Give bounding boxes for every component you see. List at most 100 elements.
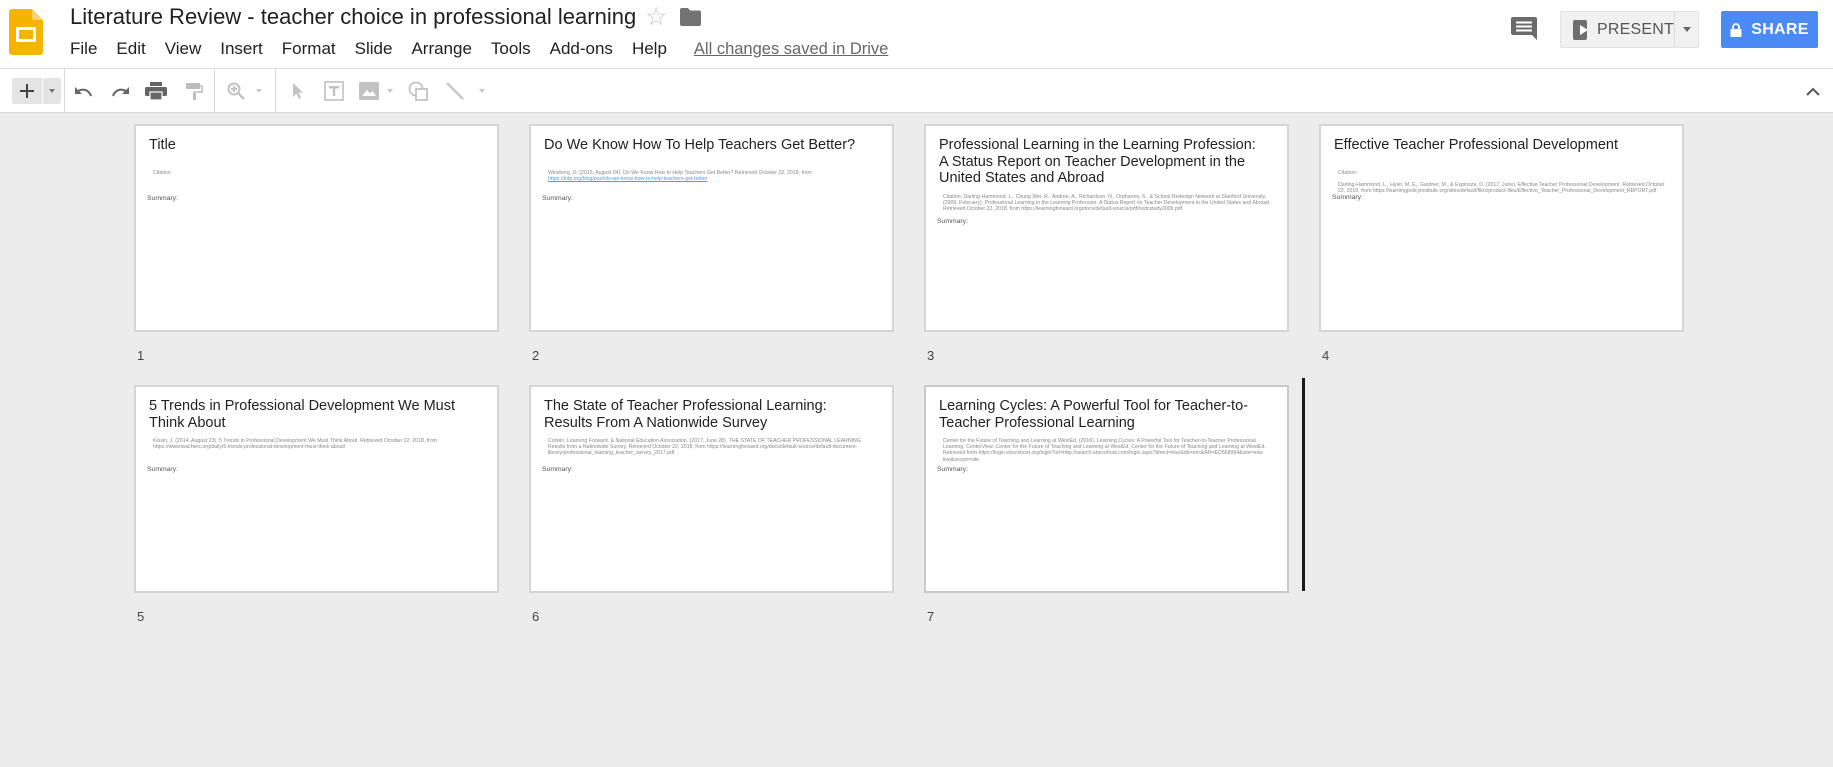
slide-title: Title [149, 137, 176, 153]
select-tool-button[interactable] [288, 78, 308, 104]
present-play-icon [1573, 19, 1589, 40]
menu-edit[interactable]: Edit [116, 39, 145, 59]
text-box-icon [324, 81, 344, 101]
slide-summary: Summary: [1332, 194, 1363, 201]
lock-icon [1730, 22, 1742, 37]
undo-icon [75, 87, 92, 97]
shape-button[interactable] [406, 78, 430, 104]
slide-number: 2 [532, 348, 540, 363]
undo-button[interactable] [72, 78, 96, 104]
slide-number: 1 [137, 348, 145, 363]
line-dropdown[interactable] [476, 78, 488, 104]
slide-thumbnail-3[interactable]: Professional Learning in the Learning Pr… [924, 124, 1289, 332]
slide-number: 3 [927, 348, 935, 363]
menu-help[interactable]: Help [632, 39, 667, 59]
insert-image-button[interactable] [357, 78, 381, 104]
slide-summary: Summary: [542, 195, 573, 202]
menu-insert[interactable]: Insert [220, 39, 263, 59]
slide-thumbnail-1[interactable]: Title Citation Summary: [134, 124, 499, 332]
zoom-button[interactable] [225, 78, 247, 104]
slide-thumbnail-6[interactable]: The State of Teacher Professional Learni… [529, 385, 894, 593]
print-button[interactable] [144, 78, 168, 104]
menu-arrange[interactable]: Arrange [411, 39, 471, 59]
menu-bar: File Edit View Insert Format Slide Arran… [70, 38, 888, 60]
menu-add-ons[interactable]: Add-ons [550, 39, 613, 59]
chevron-down-icon [49, 89, 55, 93]
slide-number: 5 [137, 609, 145, 624]
slide-citation: Center for the Future of Teaching and Le… [943, 438, 1266, 463]
shape-icon [408, 81, 428, 101]
save-status[interactable]: All changes saved in Drive [694, 40, 888, 59]
star-icon[interactable]: ☆ [645, 4, 667, 30]
slide-thumbnail-7[interactable]: Learning Cycles: A Powerful Tool for Tea… [924, 385, 1289, 593]
menu-tools[interactable]: Tools [491, 39, 531, 59]
chevron-up-icon [1806, 87, 1820, 96]
present-label: PRESENT [1597, 20, 1674, 38]
zoom-dropdown[interactable] [253, 78, 265, 104]
header: Literature Review - teacher choice in pr… [0, 0, 1833, 68]
slide-number: 6 [532, 609, 540, 624]
slide-number: 4 [1322, 348, 1330, 363]
slide-title: 5 Trends in Professional Development We … [149, 398, 455, 431]
paint-format-button[interactable] [182, 78, 206, 104]
present-button[interactable]: PRESENT [1561, 12, 1674, 47]
line-icon [446, 82, 464, 100]
slide-citation: Citation [153, 170, 171, 176]
folder-icon[interactable] [680, 8, 701, 26]
plus-icon [20, 84, 34, 98]
share-label: SHARE [1751, 20, 1809, 38]
slide-summary: Summary: [147, 466, 178, 473]
toolbar-divider [275, 69, 276, 114]
slide-number: 7 [927, 609, 935, 624]
text-box-button[interactable] [322, 78, 346, 104]
redo-button[interactable] [108, 78, 132, 104]
toolbar-divider [64, 69, 65, 114]
new-slide-dropdown[interactable] [43, 78, 61, 104]
collapse-menus-button[interactable] [1800, 78, 1826, 104]
slide-citation: Corwin, Learning Forward, & National Edu… [548, 438, 861, 457]
image-icon [359, 82, 379, 100]
new-slide-button[interactable] [12, 78, 42, 104]
cursor-icon [293, 83, 303, 99]
slide-title: Learning Cycles: A Powerful Tool for Tea… [939, 398, 1248, 431]
slide-title: Professional Learning in the Learning Pr… [939, 137, 1256, 187]
slides-logo-icon[interactable] [9, 9, 43, 55]
slide-citation: Citation: Darling-Hammond, L., Chung Wei… [943, 194, 1271, 213]
slide-citation-reference: Darling-Hammond, L., Hyler, M. E., Gardn… [1338, 182, 1665, 195]
toolbar [0, 68, 1833, 114]
chevron-down-icon [387, 89, 393, 93]
toolbar-divider [214, 69, 215, 114]
menu-slide[interactable]: Slide [355, 39, 393, 59]
slide-summary: Summary: [937, 466, 968, 473]
drop-insertion-marker [1302, 378, 1305, 591]
slide-thumbnail-2[interactable]: Do We Know How To Help Teachers Get Bett… [529, 124, 894, 332]
present-button-group: PRESENT [1560, 11, 1699, 48]
slide-citation: Kissin, J. (2014, August 23). 5 Trends i… [153, 438, 438, 451]
share-button[interactable]: SHARE [1721, 11, 1818, 48]
slide-thumbnail-4[interactable]: Effective Teacher Professional Developme… [1319, 124, 1684, 332]
slide-citation: Weisberg, D. (2015, August 04). Do We Kn… [548, 170, 822, 182]
citation-link[interactable]: https://tntp.org/blog/post/do-we-know-ho… [548, 176, 707, 182]
slide-title: Effective Teacher Professional Developme… [1334, 137, 1618, 153]
zoom-icon [227, 82, 245, 100]
present-dropdown-button[interactable] [1674, 12, 1698, 47]
slide-summary: Summary: [147, 195, 178, 202]
chevron-down-icon [256, 89, 262, 93]
document-title[interactable]: Literature Review - teacher choice in pr… [70, 4, 636, 30]
comments-icon[interactable] [1511, 17, 1537, 40]
slide-summary: Summary: [542, 466, 573, 473]
paint-roller-icon [186, 83, 203, 100]
slide-citation: Citation: [1338, 170, 1358, 176]
menu-view[interactable]: View [165, 39, 202, 59]
slide-grid: Title Citation Summary: 1 Do We Know How… [0, 113, 1833, 767]
menu-format[interactable]: Format [282, 39, 336, 59]
print-icon [145, 82, 167, 100]
line-button[interactable] [443, 78, 467, 104]
menu-file[interactable]: File [70, 39, 97, 59]
slide-title: The State of Teacher Professional Learni… [544, 398, 827, 431]
slide-citation-text: Weisberg, D. (2015, August 04). Do We Kn… [548, 170, 812, 176]
slide-thumbnail-5[interactable]: 5 Trends in Professional Development We … [134, 385, 499, 593]
slide-summary: Summary: [937, 218, 968, 225]
chevron-down-icon [479, 89, 485, 93]
image-dropdown[interactable] [384, 78, 396, 104]
